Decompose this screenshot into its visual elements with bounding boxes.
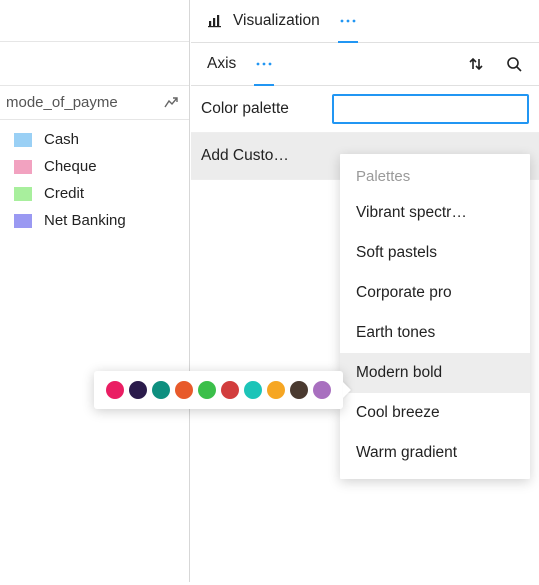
palette-option[interactable]: Earth tones [340,313,530,353]
legend-swatch [14,214,32,228]
palette-color-dot [198,381,216,399]
left-blank-area [0,0,189,86]
legend-swatch [14,133,32,147]
palette-color-dot [106,381,124,399]
tab-row-axis: Axis [191,43,539,86]
left-blank-row [0,0,189,42]
legend-item[interactable]: Net Banking [4,207,185,234]
tab-axis[interactable]: Axis [201,43,242,85]
legend-header: mode_of_payme [0,86,189,120]
palette-color-dot [152,381,170,399]
color-palette-label: Color palette [201,100,322,118]
palette-option[interactable]: Corporate pro [340,273,530,313]
sort-icon[interactable] [461,43,491,85]
palette-preview-tooltip [94,371,343,409]
left-panel: mode_of_payme Cash Cheque Credit Net Bankin… [0,0,190,582]
palette-option[interactable]: Soft pastels [340,233,530,273]
palette-color-dot [313,381,331,399]
legend-item[interactable]: Cheque [4,153,185,180]
palette-dropdown: Palettes Vibrant spectr…Soft pastelsCorp… [340,154,530,479]
palette-color-dot [129,381,147,399]
legend-swatch [14,160,32,174]
color-palette-row: Color palette [191,86,539,133]
legend-item[interactable]: Credit [4,180,185,207]
palette-option[interactable]: Cool breeze [340,393,530,433]
tab-visualization-more[interactable] [334,0,362,42]
chart-icon [207,13,223,29]
tab-visualization-label: Visualization [233,12,320,30]
legend-item-label: Cash [44,131,79,148]
palette-color-dot [221,381,239,399]
legend-title: mode_of_payme [6,94,159,111]
palette-dropdown-header: Palettes [340,154,530,193]
tab-axis-label: Axis [207,55,236,73]
legend-list: Cash Cheque Credit Net Banking [0,120,189,240]
legend-item-label: Net Banking [44,212,126,229]
tab-row-visualization: Visualization [191,0,539,43]
legend-item-label: Cheque [44,158,97,175]
palette-option[interactable]: Warm gradient [340,433,530,473]
tab-visualization[interactable]: Visualization [201,0,326,42]
legend-swatch [14,187,32,201]
add-custom-label: Add Custo… [201,147,331,165]
color-palette-input[interactable] [332,94,529,124]
legend-item[interactable]: Cash [4,126,185,153]
palette-color-dot [244,381,262,399]
palette-color-dot [175,381,193,399]
legend-item-label: Credit [44,185,84,202]
palette-color-dot [290,381,308,399]
palette-option[interactable]: Modern bold [340,353,530,393]
trend-icon[interactable] [159,91,183,115]
tab-axis-more[interactable] [250,43,278,85]
palette-option[interactable]: Vibrant spectr… [340,193,530,233]
palette-color-dot [267,381,285,399]
search-icon[interactable] [499,43,529,85]
